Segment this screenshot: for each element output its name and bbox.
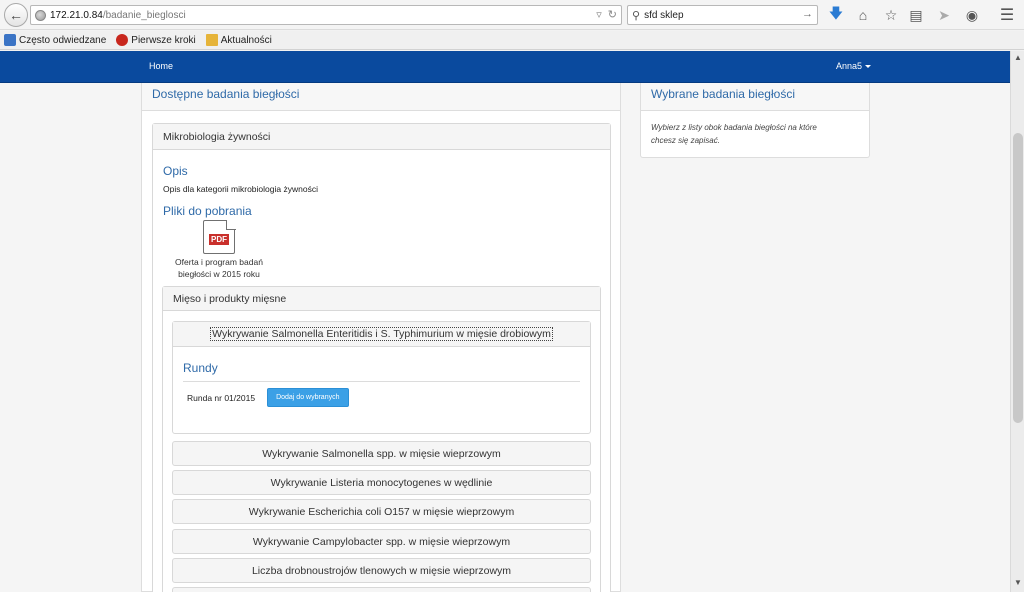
subcategory-panel: Mięso i produkty mięsne Wykrywanie Salmo… <box>162 286 601 592</box>
bookmark-label: Pierwsze kroki <box>131 34 196 46</box>
search-go-icon[interactable]: → <box>802 8 813 20</box>
clipboard-icon[interactable]: ▤ <box>906 5 926 25</box>
scroll-thumb[interactable] <box>1013 133 1023 423</box>
site-navbar: Home Anna5 <box>0 51 1010 83</box>
page-content: Dostępne badania biegłości Mikrobiologia… <box>0 83 1010 592</box>
pdf-label[interactable]: Oferta i program badań biegłości w 2015 … <box>163 256 275 280</box>
pdf-download[interactable]: PDF Oferta i program badań biegłości w 2… <box>163 219 275 280</box>
category-title[interactable]: Mikrobiologia żywności <box>153 124 610 150</box>
rounds-divider <box>183 381 580 382</box>
user-name: Anna5 <box>836 61 863 71</box>
expanded-test-item: Wykrywanie Salmonella Enteritidis i S. T… <box>172 321 591 434</box>
menu-icon[interactable]: ☰ <box>997 5 1017 25</box>
hint-line1: Wybierz z listy obok badania biegłości n… <box>651 123 817 132</box>
back-arrow-icon: ← <box>9 7 23 23</box>
test-item-aerobic-count[interactable]: Liczba drobnoustrojów tlenowych w mięsie… <box>172 558 591 583</box>
back-button[interactable]: ← <box>4 3 28 27</box>
bookmark-label: Często odwiedzane <box>19 34 107 46</box>
site-identity-icon[interactable] <box>35 9 46 21</box>
search-bar[interactable]: ⚲ sfd sklep → <box>627 5 818 25</box>
reload-icon[interactable]: ↻ <box>608 8 617 21</box>
url-bar[interactable]: 172.21.0.84/badanie_bieglosci ▿ ↻ <box>30 5 622 25</box>
test-item-salmonella[interactable]: Wykrywanie Salmonella spp. w mięsie wiep… <box>172 441 591 466</box>
opis-title: Opis <box>163 164 188 178</box>
add-to-selected-button[interactable]: Dodaj do wybranych <box>267 388 349 407</box>
bookmark-pierwsze[interactable]: Pierwsze kroki <box>116 34 196 46</box>
test-item-campylobacter[interactable]: Wykrywanie Campylobacter spp. w mięsie w… <box>172 529 591 554</box>
expanded-test-title-text: Wykrywanie Salmonella Enteritidis i S. T… <box>210 327 553 341</box>
nav-home-link[interactable]: Home <box>149 61 173 71</box>
bookmarks-bar: Często odwiedzane Pierwsze kroki Aktualn… <box>0 31 1024 50</box>
pdf-file-icon: PDF <box>203 219 236 254</box>
page-scrollbar[interactable]: ▲ ▼ <box>1010 51 1024 592</box>
user-menu[interactable]: Anna5 <box>836 61 872 71</box>
test-item-partial[interactable] <box>172 587 591 592</box>
bookmark-czesto[interactable]: Często odwiedzane <box>4 34 106 46</box>
test-item-ecoli[interactable]: Wykrywanie Escherichia coli O157 w mięsi… <box>172 499 591 524</box>
bookmark-aktualnosci[interactable]: Aktualności <box>205 34 272 46</box>
selected-tests-heading: Wybrane badania biegłości <box>641 83 869 111</box>
scroll-up-icon[interactable]: ▲ <box>1012 52 1024 64</box>
rounds-title: Rundy <box>183 361 218 375</box>
selected-tests-panel: Wybrane badania biegłości Wybierz z list… <box>640 83 870 158</box>
files-title: Pliki do pobrania <box>163 204 252 218</box>
opis-text: Opis dla kategorii mikrobiologia żywnośc… <box>163 184 318 194</box>
browser-toolbar: ← 172.21.0.84/badanie_bieglosci ▿ ↻ ⚲ sf… <box>0 0 1024 30</box>
home-icon[interactable]: ⌂ <box>853 5 873 25</box>
caret-down-icon <box>865 65 872 69</box>
available-tests-panel: Dostępne badania biegłości Mikrobiologia… <box>141 83 621 592</box>
firefox-icon <box>116 34 129 46</box>
pdf-label-line2: biegłości w 2015 roku <box>178 269 260 279</box>
subcategory-title[interactable]: Mięso i produkty mięsne <box>163 287 600 311</box>
url-path: /badanie_bieglosci <box>102 9 186 21</box>
download-icon[interactable]: 🡇 <box>826 5 846 25</box>
expanded-test-title[interactable]: Wykrywanie Salmonella Enteritidis i S. T… <box>173 322 590 347</box>
search-icon: ⚲ <box>632 9 641 22</box>
pdf-label-line1: Oferta i program badań <box>175 257 263 267</box>
bookmark-label: Aktualności <box>220 34 272 46</box>
url-host: 172.21.0.84 <box>50 9 103 21</box>
category-panel: Mikrobiologia żywności Opis Opis dla kat… <box>152 123 611 592</box>
round-label: Runda nr 01/2015 <box>187 392 256 403</box>
star-icon[interactable]: ☆ <box>881 5 901 25</box>
bookmark-blue-icon <box>4 34 16 46</box>
scroll-down-icon[interactable]: ▼ <box>1012 577 1024 589</box>
pdf-tag: PDF <box>209 234 229 245</box>
available-tests-heading: Dostępne badania biegłości <box>142 83 620 111</box>
rss-folder-icon <box>205 34 218 46</box>
chat-icon[interactable]: ◉ <box>962 5 982 25</box>
search-input[interactable]: sfd sklep <box>644 10 683 21</box>
round-row: Runda nr 01/2015 Dodaj do wybranych <box>187 388 590 407</box>
hint-line2: chcesz się zapisać. <box>651 136 720 145</box>
dropdown-arrow-icon[interactable]: ▿ <box>596 8 602 21</box>
send-icon[interactable]: ➤ <box>934 5 954 25</box>
selected-tests-hint: Wybierz z listy obok badania biegłości n… <box>641 111 869 157</box>
test-item-listeria[interactable]: Wykrywanie Listeria monocytogenes w wędl… <box>172 470 591 495</box>
